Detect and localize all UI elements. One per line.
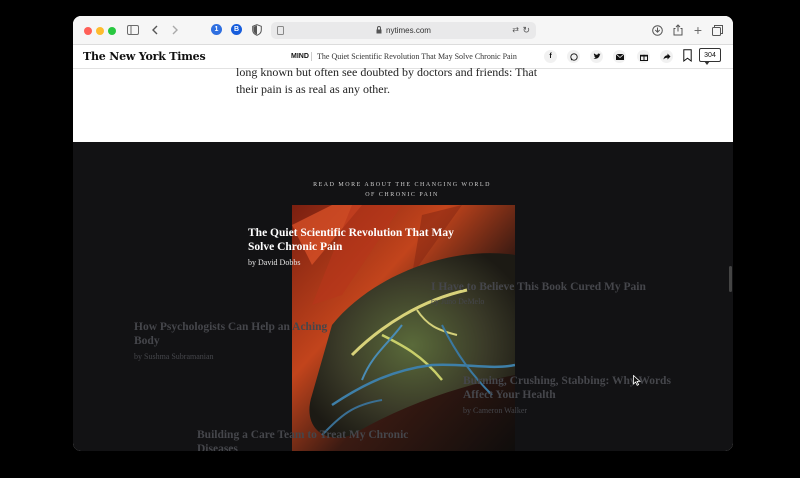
sidebar-toggle-icon[interactable]: [126, 22, 140, 38]
read-more-item-byline: by Juno DeMelo: [431, 297, 485, 306]
more-share-button[interactable]: [660, 50, 673, 63]
whatsapp-share-button[interactable]: [567, 50, 580, 63]
downloads-icon[interactable]: [651, 22, 663, 38]
minimize-window-button[interactable]: [96, 27, 104, 35]
gift-article-button[interactable]: [637, 50, 650, 63]
section-label[interactable]: MIND: [291, 53, 309, 60]
title-line: I Have to Believe This Book Cured My Pai…: [431, 281, 646, 293]
read-more-item-title[interactable]: I Have to Believe This Book Cured My Pai…: [431, 280, 671, 294]
zoom-window-button[interactable]: [108, 27, 116, 35]
article-body: long known but often see doubted by doct…: [236, 64, 576, 98]
title-line: Diseases: [197, 443, 238, 451]
address-bar[interactable]: nytimes.com ⇄ ↻: [271, 22, 536, 39]
privacy-shield-icon[interactable]: [251, 22, 263, 38]
read-more-item-byline: by Sushma Subramanian: [134, 352, 214, 361]
browser-toolbar: 1 B nytimes.com ⇄ ↻ +: [73, 16, 733, 45]
title-line: Burning, Crushing, Stabbing: Why Words: [463, 375, 671, 387]
header-article-title: The Quiet Scientific Revolution That May…: [317, 52, 517, 61]
back-icon[interactable]: [150, 22, 160, 38]
title-line: Building a Care Team to Treat My Chronic: [197, 429, 409, 441]
comments-tail-icon: [704, 61, 710, 65]
header-divider: [311, 52, 312, 61]
read-more-item-title[interactable]: Building a Care Team to Treat My Chronic…: [197, 428, 437, 451]
close-window-button[interactable]: [84, 27, 92, 35]
read-more-label: READ MORE ABOUT THE CHANGING WORLD OF CH…: [301, 180, 503, 200]
browser-window: 1 B nytimes.com ⇄ ↻ + The New York Times…: [73, 16, 733, 451]
share-icon[interactable]: [672, 22, 684, 38]
read-more-item-title[interactable]: How Psychologists Can Help an Aching Bod…: [134, 320, 354, 348]
new-tab-icon[interactable]: +: [692, 22, 704, 38]
read-more-item-title[interactable]: Burning, Crushing, Stabbing: Why Words A…: [463, 374, 703, 402]
article-text-line: long known but often see doubted by doct…: [236, 65, 538, 79]
lock-icon: [376, 25, 382, 36]
forward-icon[interactable]: [170, 22, 180, 38]
read-more-item-byline: by David Dobbs: [248, 258, 301, 267]
read-more-label-line: OF CHRONIC PAIN: [365, 192, 439, 198]
bookmark-icon[interactable]: [683, 49, 692, 67]
read-more-item-byline: by Cameron Walker: [463, 406, 528, 415]
twitter-share-button[interactable]: [590, 50, 603, 63]
facebook-share-button[interactable]: f: [544, 50, 557, 63]
article-text-line: their pain is as real as any other.: [236, 82, 390, 96]
read-more-label-line: READ MORE ABOUT THE CHANGING WORLD: [313, 182, 491, 188]
tab-overview-icon[interactable]: [711, 22, 723, 38]
bitwarden-extension-icon[interactable]: B: [231, 24, 242, 35]
password-manager-extension-icon[interactable]: 1: [211, 24, 222, 35]
comments-button[interactable]: 304: [699, 48, 721, 62]
title-line: The Quiet Scientific Revolution That May: [248, 227, 454, 239]
title-line: Affect Your Health: [463, 389, 556, 401]
read-more-section: READ MORE ABOUT THE CHANGING WORLD OF CH…: [73, 142, 733, 451]
translate-icon[interactable]: ⇄: [512, 25, 519, 34]
read-more-item-title[interactable]: The Quiet Scientific Revolution That May…: [248, 226, 488, 254]
title-line: Body: [134, 335, 160, 347]
comments-count: 304: [704, 51, 716, 59]
email-share-button[interactable]: [613, 50, 626, 63]
nyt-logo[interactable]: The New York Times: [83, 50, 206, 63]
title-line: Solve Chronic Pain: [248, 241, 343, 253]
title-line: How Psychologists Can Help an Aching: [134, 321, 328, 333]
mouse-cursor-icon: [633, 373, 642, 391]
reload-icon[interactable]: ↻: [522, 25, 530, 36]
page-icon: [277, 26, 284, 37]
url-text: nytimes.com: [386, 26, 431, 35]
scrollbar-thumb[interactable]: [729, 266, 732, 292]
